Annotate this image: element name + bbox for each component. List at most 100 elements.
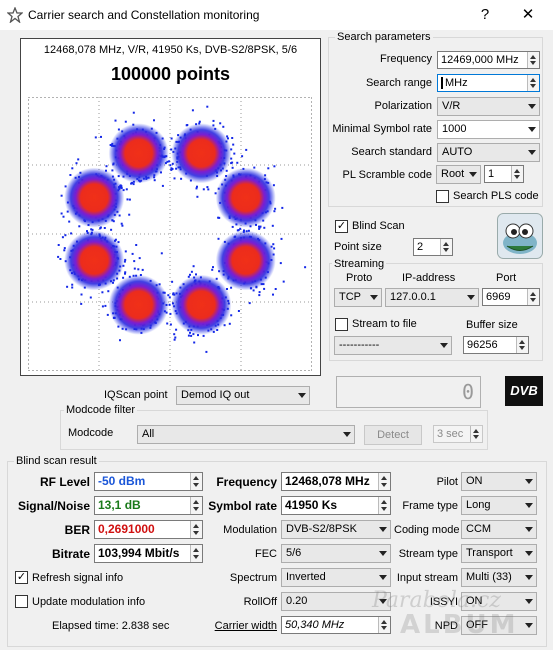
rf-level-label: RF Level [39, 475, 90, 489]
scatter-point [173, 338, 176, 341]
scatter-point [94, 136, 97, 139]
scatter-point [141, 268, 144, 271]
signal-noise-value: 13,1 dB [94, 496, 203, 515]
scatter-point [103, 227, 106, 229]
bitrate-value: 103,994 Mbit/s [94, 544, 203, 563]
stream-to-file-checkbox[interactable] [335, 318, 348, 331]
search-pls-checkbox[interactable] [436, 190, 449, 203]
carrier-width-value: 50,340 MHz [281, 616, 391, 634]
fec-select[interactable]: 5/6 [281, 544, 391, 563]
scatter-point [114, 119, 117, 122]
ber-label: BER [64, 523, 90, 537]
modulation-select[interactable]: DVB-S2/8PSK [281, 520, 391, 539]
buffer-size-input[interactable]: 96256 [463, 336, 529, 354]
search-range-label: Search range [365, 77, 432, 89]
elapsed-time: Elapsed time: 2.838 sec [52, 620, 170, 632]
scatter-point [196, 195, 199, 198]
app-icon [7, 7, 23, 23]
min-symbol-rate-label: Minimal Symbol rate [332, 123, 432, 135]
iqscan-select[interactable]: Demod IQ out [176, 386, 310, 405]
scatter-point [274, 288, 277, 290]
scatter-point [138, 257, 141, 260]
detect-interval-input[interactable]: 3 sec [433, 425, 483, 443]
scatter-point [161, 184, 164, 187]
scatter-point [111, 169, 114, 172]
scatter-point [259, 225, 262, 228]
iqscan-label: IQScan point [104, 389, 168, 401]
scatter-point [106, 313, 109, 316]
scatter-point [169, 323, 172, 326]
port-input[interactable]: 6969 [482, 288, 540, 306]
scatter-point [206, 105, 209, 108]
detect-button[interactable]: Detect [364, 425, 422, 445]
modcode-select[interactable]: All [137, 425, 355, 444]
scatter-point [193, 341, 196, 344]
scatter-point [237, 310, 240, 312]
scatter-point [258, 291, 261, 294]
pl-scramble-mode-select[interactable]: Root [436, 165, 481, 184]
scatter-point [131, 252, 134, 255]
point-size-input[interactable]: 2 [413, 238, 453, 256]
search-pls-label: Search PLS code [453, 190, 539, 202]
scatter-point [61, 236, 64, 239]
close-button[interactable]: ✕ [516, 4, 540, 26]
scatter-point [78, 225, 81, 228]
scatter-point [59, 258, 62, 260]
scatter-point [169, 164, 172, 167]
stream-type-select[interactable]: Transport [461, 544, 537, 563]
constellation-point-5 [64, 167, 125, 228]
scatter-point [273, 210, 276, 213]
scatter-point [132, 111, 135, 114]
scatter-point [170, 168, 173, 171]
scatter-point [124, 271, 127, 274]
search-range-input[interactable]: MHz [437, 74, 540, 92]
ip-address-select[interactable]: 127.0.0.1 [385, 288, 479, 307]
scatter-point [231, 166, 234, 169]
blind-scan-checkbox[interactable]: ✓ [335, 220, 348, 233]
scatter-point [137, 268, 140, 271]
min-symbol-rate-select[interactable]: 1000 [437, 120, 540, 139]
scatter-point [232, 143, 235, 146]
scatter-point [80, 302, 83, 305]
pilot-select[interactable]: ON [461, 472, 537, 491]
search-standard-label: Search standard [351, 146, 432, 158]
stream-file-select[interactable]: ----------- [334, 336, 452, 355]
polarization-select[interactable]: V/R [437, 97, 540, 116]
constellation-point-3 [108, 274, 169, 335]
refresh-signal-checkbox[interactable]: ✓ [15, 571, 28, 584]
scatter-point [206, 186, 209, 189]
scatter-point [168, 296, 171, 299]
constellation-point-4 [64, 230, 125, 291]
scatter-point [228, 322, 231, 325]
help-button[interactable]: ? [473, 4, 497, 26]
proto-select[interactable]: TCP [334, 288, 382, 307]
scatter-point [272, 293, 274, 296]
scatter-point [236, 229, 239, 232]
scatter-point [202, 188, 205, 191]
streaming-label: Streaming [332, 258, 387, 270]
ber-value: 0,2691000 [94, 520, 203, 539]
scatter-point [66, 285, 69, 288]
scatter-point [100, 135, 102, 138]
carrier-width-label[interactable]: Carrier width [205, 620, 277, 632]
input-stream-select[interactable]: Multi (33) [461, 568, 537, 587]
search-standard-select[interactable]: AUTO [437, 143, 540, 162]
scatter-point [63, 247, 66, 250]
scatter-point [267, 167, 270, 170]
spectrum-select[interactable]: Inverted [281, 568, 391, 587]
scatter-point [119, 339, 121, 342]
frequency-input[interactable]: 12469,000 MHz [437, 51, 540, 69]
port-label: Port [496, 272, 517, 284]
scatter-point [104, 304, 107, 307]
scatter-point [168, 303, 171, 306]
scatter-point [191, 109, 194, 112]
plot-signal-info: 12468,078 MHz, V/R, 41950 Ks, DVB-S2/8PS… [43, 44, 298, 56]
scatter-point [233, 152, 236, 155]
frame-type-select[interactable]: Long [461, 496, 537, 515]
coding-mode-select[interactable]: CCM [461, 520, 537, 539]
pl-scramble-code-input[interactable]: 1 [484, 165, 524, 183]
scatter-point [168, 160, 171, 163]
watermark-line2: ALBUM [400, 610, 519, 640]
scatter-point [57, 244, 60, 246]
update-modulation-checkbox[interactable] [15, 595, 28, 608]
